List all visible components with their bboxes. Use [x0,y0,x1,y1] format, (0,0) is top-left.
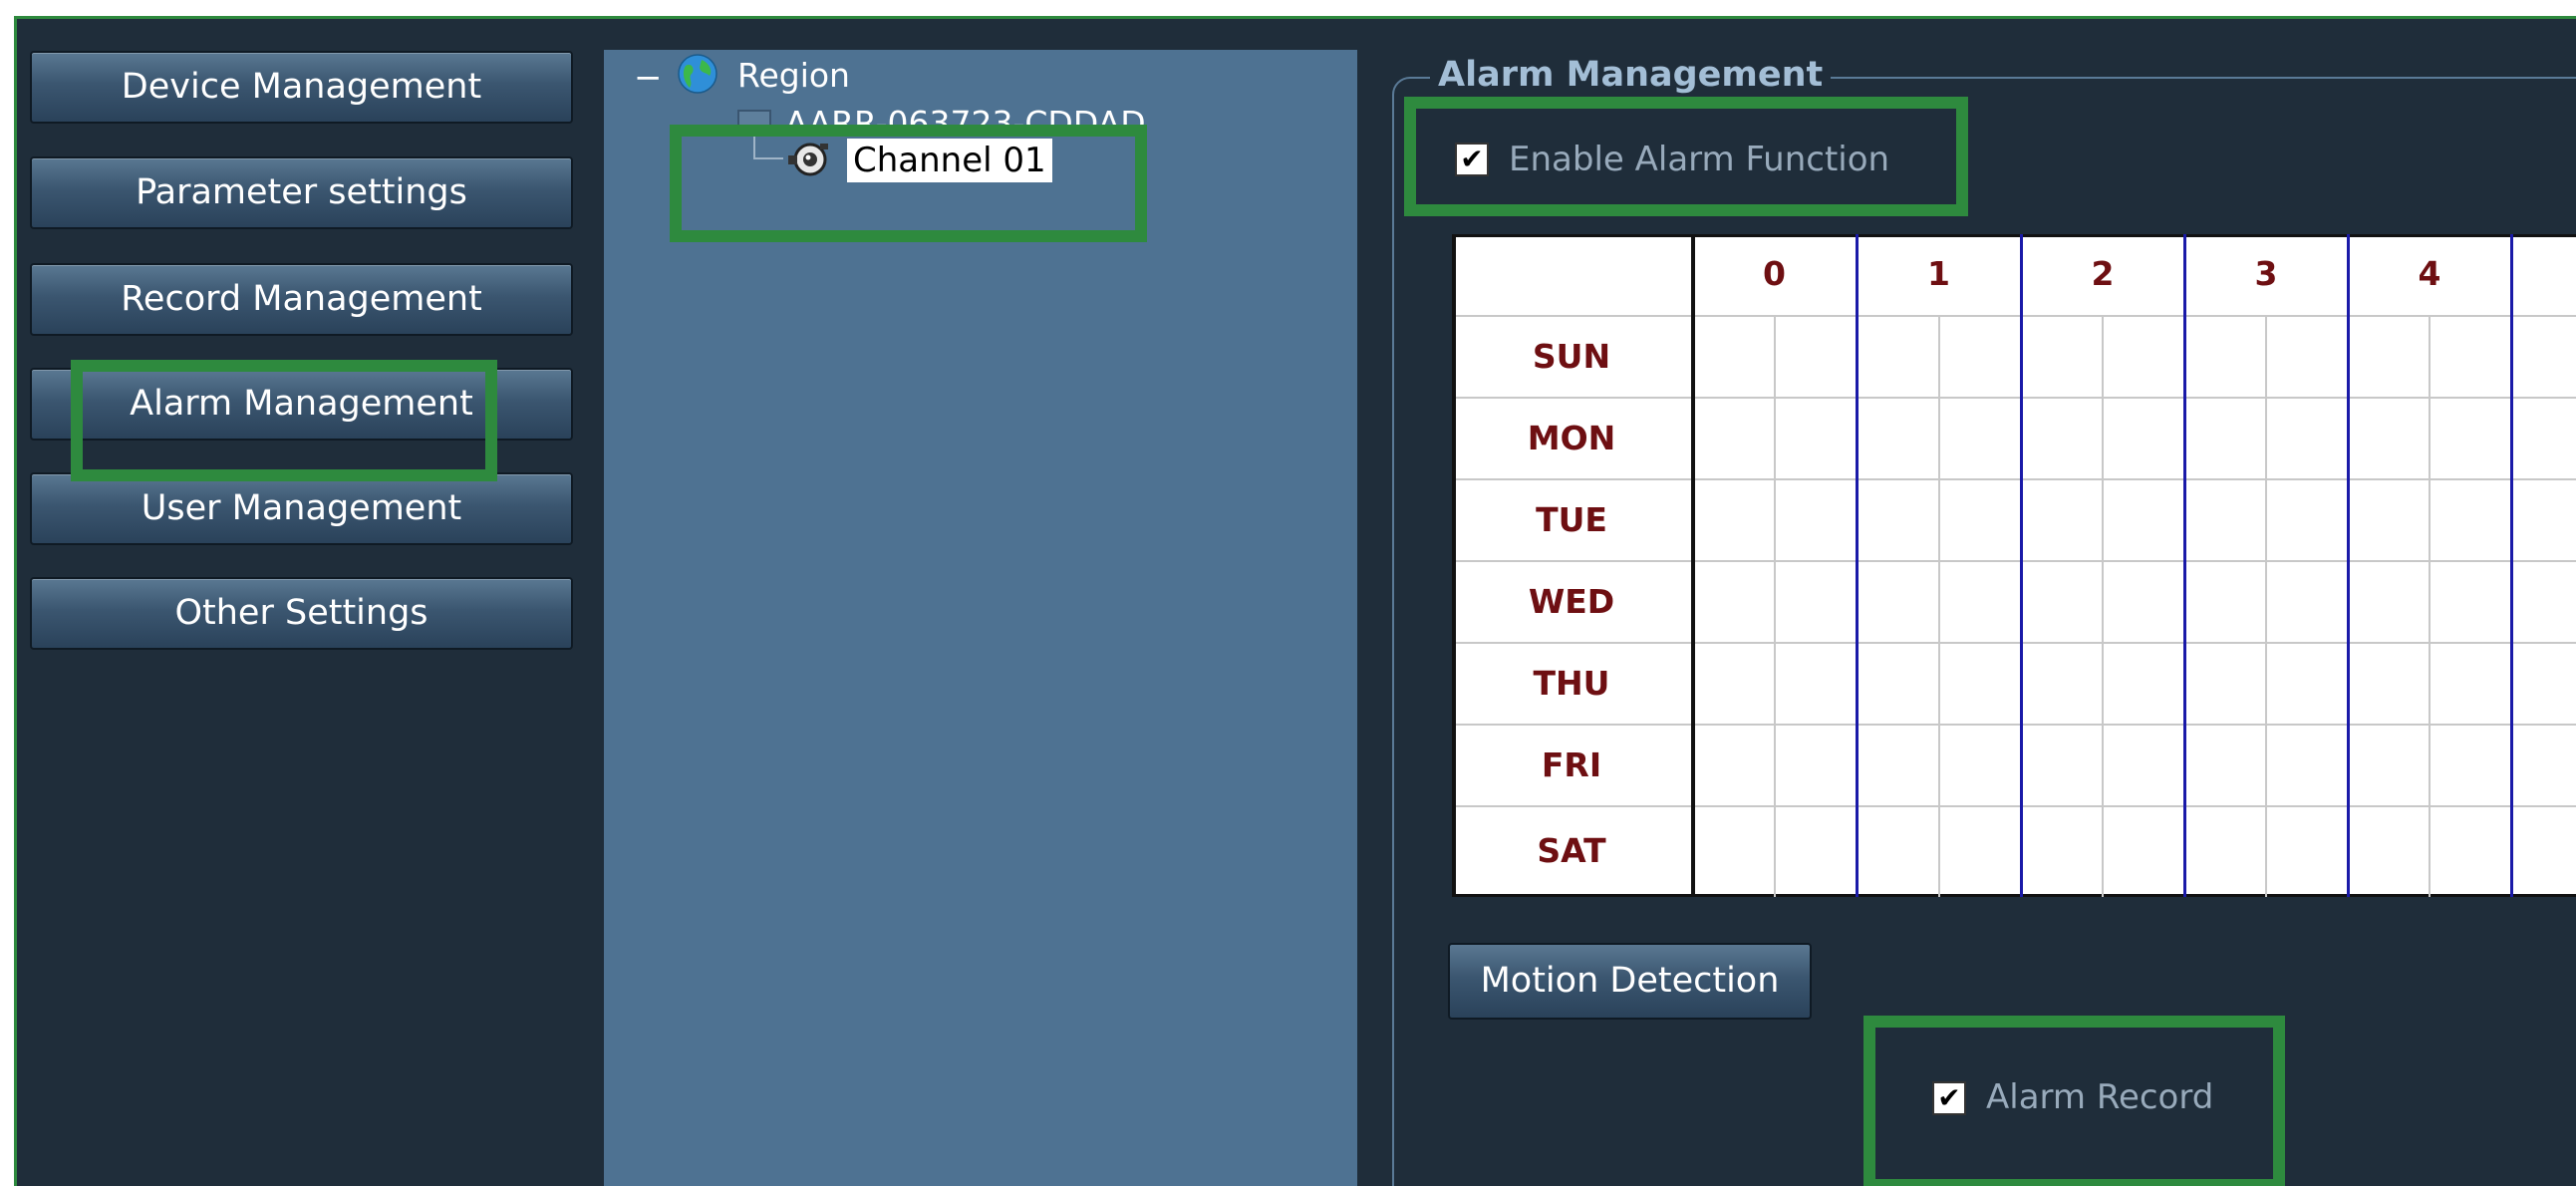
alarm-record-checkbox[interactable]: ✔ [1932,1081,1966,1115]
grid-line [2183,234,2186,897]
grid-line [1452,560,2576,562]
grid-line [1452,234,2576,237]
grid-line [2102,315,2104,897]
hour-header: 3 [2254,254,2278,293]
check-icon: ✔ [1460,143,1484,175]
nav-device-management-button[interactable]: Device Management [30,51,573,124]
nav-other-settings-button[interactable]: Other Settings [30,577,573,650]
tree-connector [753,157,783,159]
grid-line [2429,315,2431,897]
grid-line [1856,234,1859,897]
tree-channel-label[interactable]: Channel 01 [847,139,1052,182]
day-label: SUN [1532,337,1611,376]
check-icon: ✔ [1937,1081,1961,1114]
tree-root-label[interactable]: Region [737,56,850,95]
grid-line [1774,315,1776,897]
day-label: MON [1527,419,1616,457]
hour-header: 2 [2091,254,2115,293]
grid-line [1691,234,1695,897]
hour-header: 4 [2418,254,2441,293]
nav-parameter-settings-button[interactable]: Parameter settings [30,156,573,229]
tree-connector [753,126,755,159]
globe-icon [676,52,719,100]
alarm-record-label: Alarm Record [1986,1077,2214,1117]
grid-line [2020,234,2023,897]
grid-line [1452,234,1456,897]
tree-device-row[interactable]: AARR-063723-CDDAD [737,108,1176,130]
grid-line [2265,315,2267,897]
grid-line [1452,315,2576,317]
day-label: FRI [1541,745,1602,784]
grid-line [1938,315,1940,897]
tree-device-label: AARR-063723-CDDAD [785,108,1146,130]
nav-alarm-management-button[interactable]: Alarm Management [30,368,573,441]
nav-user-management-button[interactable]: User Management [30,472,573,545]
enable-alarm-label: Enable Alarm Function [1509,140,1890,179]
alarm-schedule-grid[interactable]: 0 1 2 3 4 SUN MON TUE WED THU FRI SAT [1452,234,2576,897]
enable-alarm-checkbox[interactable]: ✔ [1455,143,1489,176]
grid-line [2510,234,2513,897]
grid-line [2347,234,2350,897]
nav-record-management-button[interactable]: Record Management [30,263,573,336]
grid-line [1452,894,2576,897]
day-label: SAT [1537,831,1606,870]
day-label: TUE [1536,500,1607,539]
grid-line [1452,478,2576,480]
grid-line [1452,724,2576,726]
app-window: Device Management Parameter settings Rec… [14,16,2576,1186]
collapse-toggle-icon[interactable]: − [634,58,663,98]
hour-header: 1 [1927,254,1950,293]
grid-line [1452,397,2576,399]
motion-detection-button[interactable]: Motion Detection [1448,943,1812,1020]
day-label: WED [1528,582,1615,621]
day-label: THU [1533,664,1610,703]
grid-line [1452,642,2576,644]
device-tree-panel: − Region AARR-063723-CDDAD Channel 01 [604,50,1357,1186]
grid-line [1452,805,2576,807]
alarm-management-legend: Alarm Management [1430,55,1832,95]
camera-icon [786,140,832,183]
hour-header: 0 [1763,254,1786,293]
